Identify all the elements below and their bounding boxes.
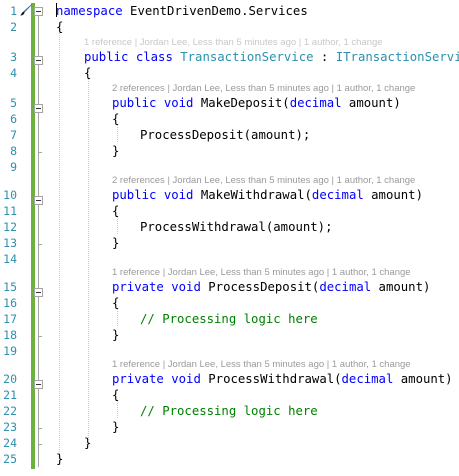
line-number: 2 xyxy=(10,20,17,34)
code-line-22[interactable]: 22 // Processing logic here xyxy=(0,403,459,419)
line-number: 12 xyxy=(3,220,17,234)
line-number: 20 xyxy=(3,372,17,386)
code-text: public class TransactionService : ITrans… xyxy=(84,50,459,64)
code-line-15[interactable]: 15 private void ProcessDeposit(decimal a… xyxy=(0,279,459,295)
line-number: 18 xyxy=(3,328,17,342)
line-number: 4 xyxy=(10,66,17,80)
line-number: 7 xyxy=(10,128,17,142)
code-line-18[interactable]: 18 } xyxy=(0,327,459,343)
code-line-20[interactable]: 20 private void ProcessWithdrawal(decima… xyxy=(0,371,459,387)
code-line-17[interactable]: 17 // Processing logic here xyxy=(0,311,459,327)
code-line-4[interactable]: 4 { xyxy=(0,65,459,81)
code-text: { xyxy=(84,66,92,80)
line-number: 24 xyxy=(3,436,17,450)
code-text: { xyxy=(112,112,120,126)
code-line-19[interactable]: 19 xyxy=(0,343,459,359)
code-text: public void MakeWithdrawal(decimal amoun… xyxy=(112,188,423,202)
line-number: 6 xyxy=(10,112,17,126)
code-text: } xyxy=(112,236,120,250)
code-line-10[interactable]: 10 public void MakeWithdrawal(decimal am… xyxy=(0,187,459,203)
code-text: ProcessDeposit(amount); xyxy=(140,128,311,142)
line-number: 10 xyxy=(3,188,17,202)
code-line-9[interactable]: 9 xyxy=(0,159,459,175)
code-text: } xyxy=(56,452,64,466)
code-comment: // Processing logic here xyxy=(140,404,318,418)
code-line-24[interactable]: 24 } xyxy=(0,435,459,451)
code-line-1[interactable]: 1 namespace EventDrivenDemo.Services xyxy=(0,3,459,19)
codelens-process-withdrawal[interactable]: 1 reference | Jordan Lee, Less than 5 mi… xyxy=(112,359,411,371)
code-line-5[interactable]: 5 public void MakeDeposit(decimal amount… xyxy=(0,95,459,111)
code-text: } xyxy=(112,328,120,342)
codelens-make-deposit[interactable]: 2 references | Jordan Lee, Less than 5 m… xyxy=(112,83,415,95)
code-text: } xyxy=(84,436,92,450)
code-text: public void MakeDeposit(decimal amount) xyxy=(112,96,401,110)
code-line-6[interactable]: 6 { xyxy=(0,111,459,127)
code-text: private void ProcessDeposit(decimal amou… xyxy=(112,280,431,294)
line-number: 13 xyxy=(3,236,17,250)
code-line-11[interactable]: 11 { xyxy=(0,203,459,219)
line-number: 19 xyxy=(3,344,17,358)
line-number: 9 xyxy=(10,160,17,174)
code-line-21[interactable]: 21 { xyxy=(0,387,459,403)
line-number: 16 xyxy=(3,296,17,310)
code-line-2[interactable]: 2 { xyxy=(0,19,459,35)
line-number: 14 xyxy=(3,252,17,266)
code-line-16[interactable]: 16 { xyxy=(0,295,459,311)
code-line-7[interactable]: 7 ProcessDeposit(amount); xyxy=(0,127,459,143)
code-text: { xyxy=(112,388,120,402)
line-number: 17 xyxy=(3,312,17,326)
code-line-3[interactable]: 3 public class TransactionService : ITra… xyxy=(0,49,459,65)
line-number: 11 xyxy=(3,204,17,218)
codelens-process-deposit[interactable]: 1 reference | Jordan Lee, Less than 5 mi… xyxy=(112,267,411,279)
codelens-class[interactable]: 1 reference | Jordan Lee, Less than 5 mi… xyxy=(84,37,383,49)
codelens-make-withdrawal[interactable]: 2 references | Jordan Lee, Less than 5 m… xyxy=(112,175,415,187)
code-line-8[interactable]: 8 } xyxy=(0,143,459,159)
code-line-23[interactable]: 23 } xyxy=(0,419,459,435)
line-number: 22 xyxy=(3,404,17,418)
code-comment: // Processing logic here xyxy=(140,312,318,326)
code-text: { xyxy=(112,204,120,218)
line-number: 15 xyxy=(3,280,17,294)
line-number: 5 xyxy=(10,96,17,110)
line-number: 21 xyxy=(3,388,17,402)
line-number: 8 xyxy=(10,144,17,158)
code-text: private void ProcessWithdrawal(decimal a… xyxy=(112,372,453,386)
line-number: 1 xyxy=(10,4,17,18)
code-text: namespace EventDrivenDemo.Services xyxy=(56,4,308,18)
code-line-14[interactable]: 14 xyxy=(0,251,459,267)
code-editor[interactable]: 1 namespace EventDrivenDemo.Services 2 {… xyxy=(0,0,459,476)
code-line-13[interactable]: 13 } xyxy=(0,235,459,251)
line-number: 23 xyxy=(3,420,17,434)
code-text: } xyxy=(112,144,120,158)
code-text: } xyxy=(112,420,120,434)
code-line-25[interactable]: 25 } xyxy=(0,451,459,467)
line-number: 25 xyxy=(3,452,17,466)
line-number: 3 xyxy=(10,50,17,64)
code-text: { xyxy=(56,20,64,34)
code-text: ProcessWithdrawal(amount); xyxy=(140,220,333,234)
code-line-12[interactable]: 12 ProcessWithdrawal(amount); xyxy=(0,219,459,235)
code-text: { xyxy=(112,296,120,310)
